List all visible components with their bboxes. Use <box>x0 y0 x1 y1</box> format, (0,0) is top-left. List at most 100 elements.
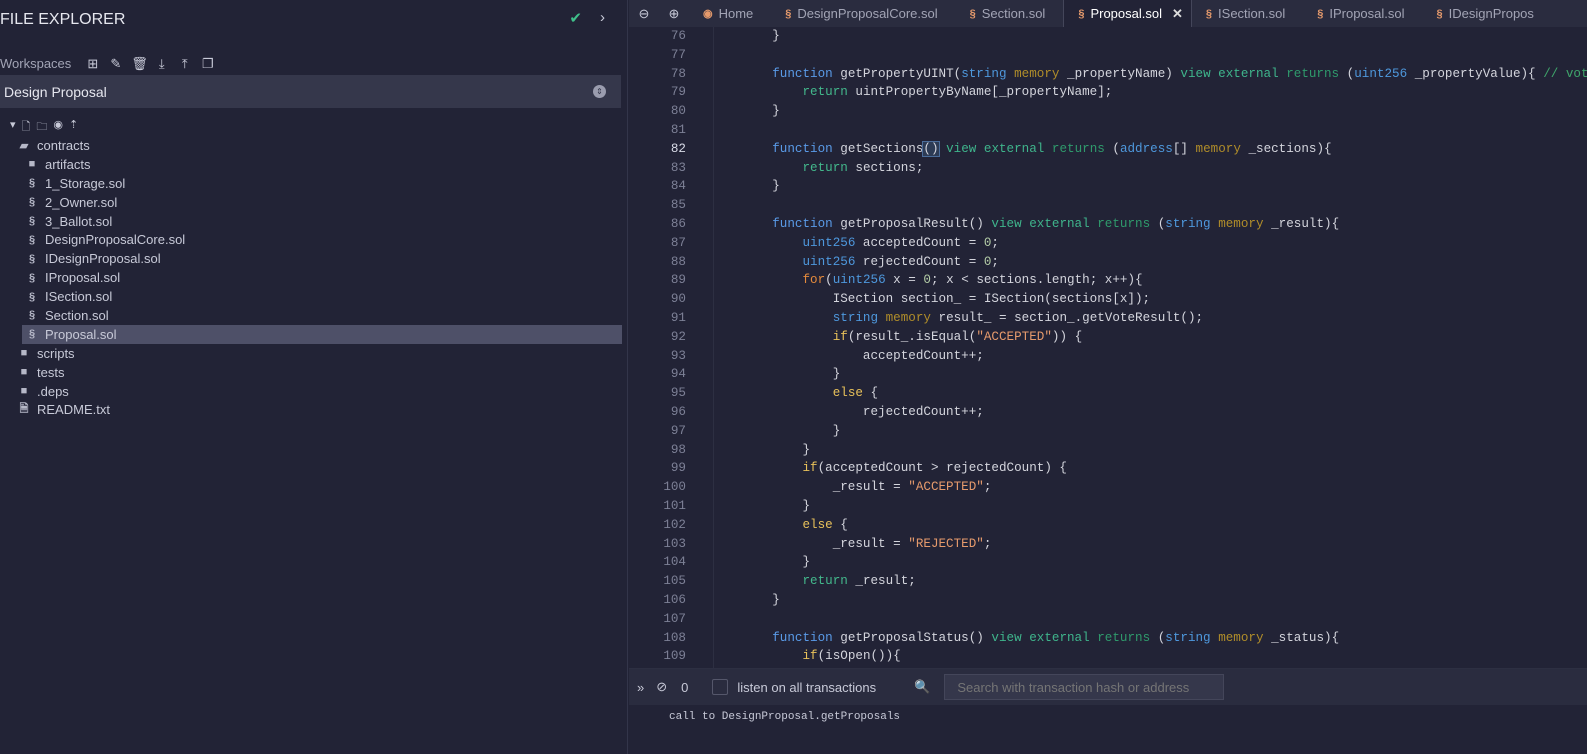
code-text: function getSections() view external ret… <box>742 140 1332 159</box>
code-token: } <box>742 367 841 382</box>
code-line: 86 function getProposalResult() view ext… <box>629 215 1339 234</box>
file-tree-label: Proposal.sol <box>45 326 117 342</box>
new-folder-icon[interactable]: 🗀 <box>36 118 47 137</box>
code-line: 82 function getSections() view external … <box>629 140 1332 159</box>
tab-label: DesignProposalCore.sol <box>797 6 938 21</box>
solidity-icon: § <box>28 177 36 190</box>
code-line: 106 } <box>629 591 779 610</box>
code-line: 93 acceptedCount++; <box>629 347 984 366</box>
code-editor[interactable]: ⊖ ⊕ ◉ Home § DesignProposalCore.sol § Section… <box>629 0 1587 668</box>
restore-workspace-icon[interactable]: ⤒ <box>177 56 192 71</box>
file-tree-item[interactable]: § DesignProposalCore.sol <box>0 230 622 249</box>
editor-tab[interactable]: § DesignProposalCore.sol <box>771 0 955 27</box>
editor-tab[interactable]: ◉ Home <box>689 0 771 27</box>
code-line: 92 if(result_.isEqual("ACCEPTED")) { <box>629 328 1082 347</box>
code-token: return <box>802 160 848 175</box>
line-number: 99 <box>670 461 686 476</box>
editor-tab[interactable]: § IDesignPropos <box>1423 0 1552 27</box>
folder-icon: ■ <box>28 158 36 171</box>
code-token: ( <box>1104 141 1120 156</box>
code-text: _result = "ACCEPTED"; <box>742 478 992 497</box>
code-text: uint256 acceptedCount = 0; <box>742 234 999 253</box>
code-token: } <box>742 104 780 119</box>
check-icon[interactable]: ✔ <box>569 9 582 27</box>
line-number: 89 <box>670 273 686 288</box>
code-line: 77 <box>629 46 686 65</box>
close-tab-icon[interactable]: ✕ <box>1172 6 1183 22</box>
code-text: if(result_.isEqual("ACCEPTED")) { <box>742 328 1082 347</box>
editor-tab[interactable]: § IProposal.sol <box>1303 0 1422 27</box>
file-tree-item[interactable]: ▰ contracts <box>0 136 622 155</box>
file-tree-item[interactable]: § ISection.sol <box>0 287 622 306</box>
file-tree-label: contracts <box>37 137 90 153</box>
folder-icon: ■ <box>20 347 28 360</box>
file-tree-item[interactable]: § IDesignProposal.sol <box>0 249 622 268</box>
code-token: for <box>802 273 826 288</box>
file-tree-item[interactable]: § Section.sol <box>0 306 622 325</box>
editor-tab[interactable]: § Section.sol <box>956 0 1064 27</box>
code-token: memory <box>1218 217 1264 231</box>
code-area[interactable]: 76 } 77 78 function getPropertyUINT(string… <box>629 27 1587 668</box>
create-workspace-icon[interactable]: ⊞ <box>85 56 100 71</box>
solidity-icon: § <box>28 271 36 284</box>
file-tree-item[interactable]: § Proposal.sol <box>22 324 622 344</box>
file-tree-item[interactable]: § 2_Owner.sol <box>0 193 622 212</box>
code-token: 0 <box>923 273 931 288</box>
editor-tab[interactable]: § Proposal.sol ✕ <box>1063 0 1192 27</box>
code-line: 107 <box>629 610 686 629</box>
code-token: if <box>802 461 818 476</box>
code-line: 97 } <box>629 422 840 441</box>
rename-workspace-icon[interactable]: ✎ <box>108 56 123 71</box>
file-tree-item[interactable]: ■ .deps <box>0 382 622 401</box>
zoom-in-icon[interactable]: ⊕ <box>659 6 689 22</box>
upload-icon[interactable]: ⇡ <box>69 118 78 137</box>
solidity-icon: § <box>28 290 36 303</box>
code-text: _result = "REJECTED"; <box>742 535 992 554</box>
code-line: 88 uint256 rejectedCount = 0; <box>629 253 999 272</box>
caret-down-icon[interactable]: ▾ <box>10 118 16 137</box>
file-tree-item[interactable]: § 1_Storage.sol <box>0 174 622 193</box>
code-token: (acceptedCount > rejectedCount) { <box>817 461 1067 476</box>
code-line: 98 } <box>629 441 810 460</box>
file-tree-item[interactable]: ■ artifacts <box>0 155 622 174</box>
code-token: _sections){ <box>1240 141 1332 156</box>
zoom-out-icon[interactable]: ⊖ <box>629 6 659 22</box>
listen-checkbox[interactable] <box>712 679 729 695</box>
code-token: string <box>1165 630 1211 645</box>
code-token: address <box>1119 141 1173 156</box>
editor-tab[interactable]: § ISection.sol <box>1192 0 1303 27</box>
code-text: function getProposalResult() view extern… <box>742 215 1339 234</box>
file-tree-item[interactable]: 🗎 README.txt <box>0 400 622 419</box>
workspace-select[interactable]: Design Proposal ⇕ <box>0 75 621 108</box>
file-tree-item[interactable]: ■ scripts <box>0 344 622 363</box>
file-tree-item[interactable]: § IProposal.sol <box>0 268 622 287</box>
file-tree-item[interactable]: ■ tests <box>0 363 622 382</box>
clear-console-icon[interactable]: ⊘ <box>656 679 667 695</box>
file-tree-label: ISection.sol <box>45 289 113 305</box>
remix-home-icon: ◉ <box>703 8 713 20</box>
download-workspace-icon[interactable]: ⤓ <box>154 56 169 71</box>
workspace-name: Design Proposal <box>4 83 107 100</box>
file-tree-label: tests <box>37 364 65 380</box>
line-number: 96 <box>670 405 686 419</box>
search-icon: 🔍 <box>914 679 931 694</box>
collapse-terminal-icon[interactable]: » <box>637 680 644 695</box>
line-number: 84 <box>670 179 686 194</box>
code-token: getProposalStatus() <box>832 630 992 645</box>
delete-workspace-icon[interactable]: 🗑 <box>131 56 148 71</box>
code-token: _propertyName) <box>1059 66 1181 81</box>
file-tree-item[interactable]: § 3_Ballot.sol <box>0 212 622 231</box>
code-token: getProposalResult() <box>832 217 992 231</box>
file-tree-label: DesignProposalCore.sol <box>45 232 186 248</box>
chevron-right-icon[interactable]: › <box>600 9 605 27</box>
code-line: 105 return _result; <box>629 572 916 591</box>
code-token: view external <box>991 217 1090 231</box>
transaction-search-input[interactable] <box>944 674 1225 700</box>
github-icon[interactable]: ◉ <box>53 118 63 137</box>
new-file-icon[interactable]: 🗋 <box>22 118 31 137</box>
clone-workspace-icon[interactable]: ❐ <box>200 56 215 71</box>
